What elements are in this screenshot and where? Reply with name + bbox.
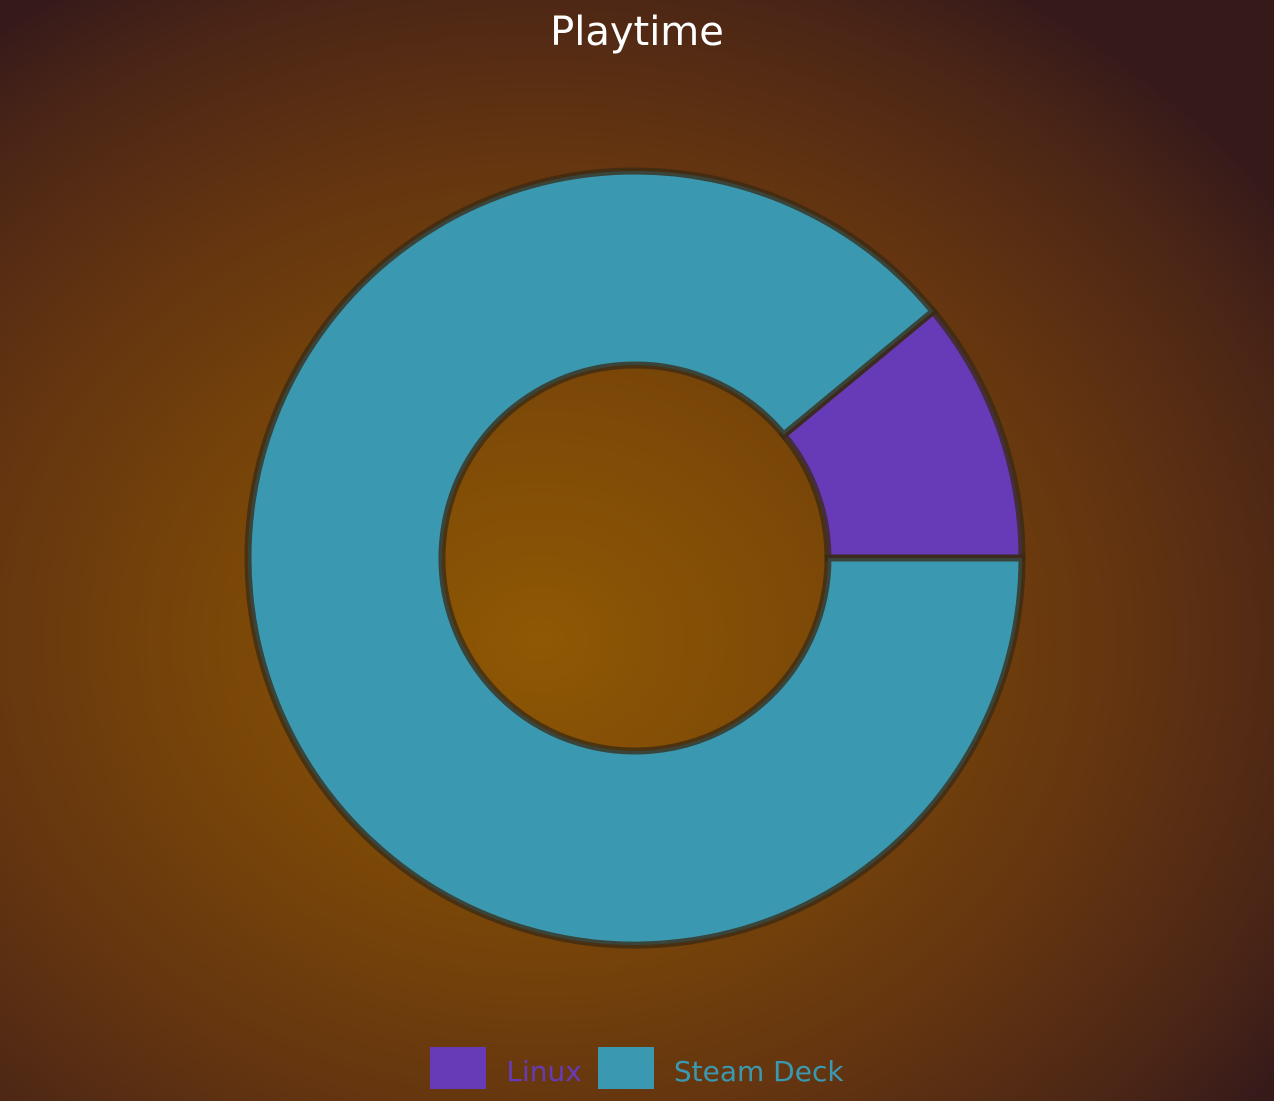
chart-legend: Linux Steam Deck [0,1043,1274,1093]
legend-swatch [597,1047,654,1089]
legend-item-steam-deck[interactable]: Steam Deck [597,1043,844,1093]
legend-label: Linux [506,1055,582,1088]
slice-steam-deck[interactable] [244,167,1026,949]
legend-label: Steam Deck [673,1055,844,1088]
legend-swatch [430,1047,487,1089]
donut-chart [244,167,1026,949]
legend-item-linux[interactable]: Linux [430,1043,582,1093]
